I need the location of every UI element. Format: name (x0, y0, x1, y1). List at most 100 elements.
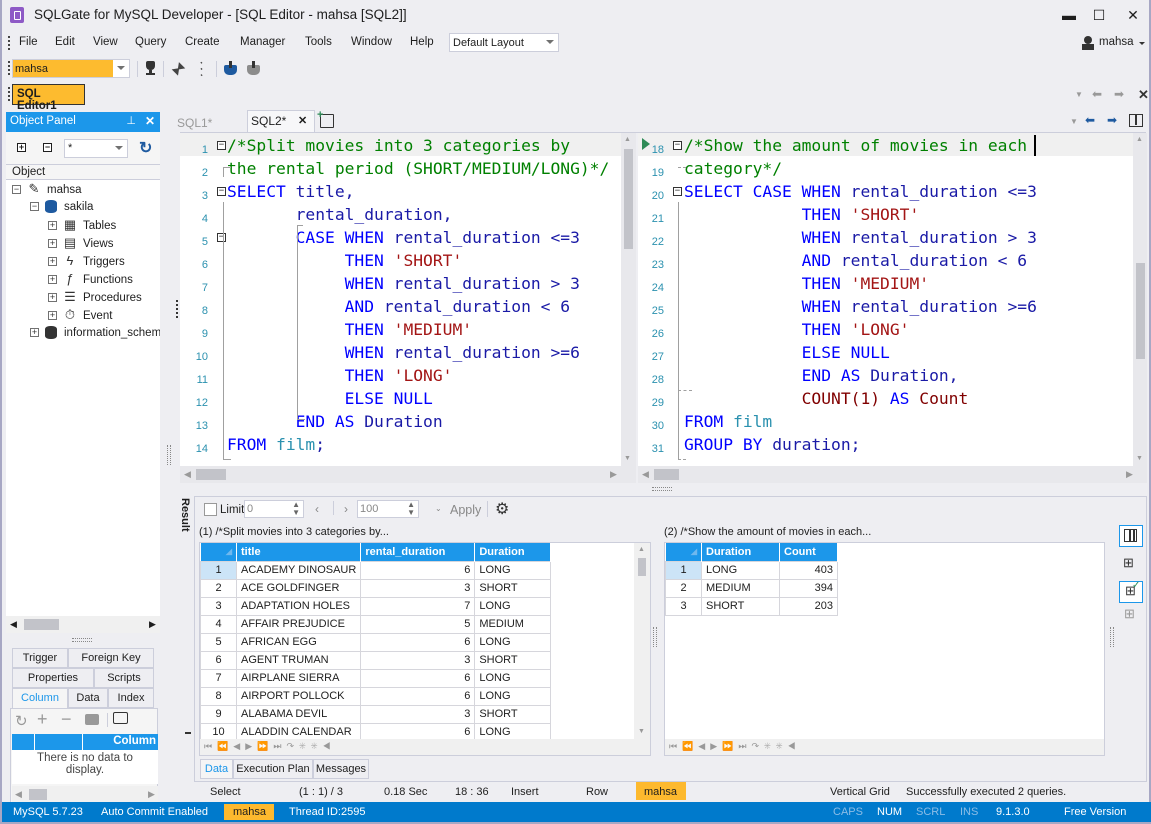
add-icon[interactable]: + (37, 709, 48, 730)
pin-icon[interactable]: ⊥ (126, 114, 136, 127)
chevron-down-icon[interactable]: ▼ (1075, 90, 1083, 99)
scroll-left-icon[interactable]: ◀ (10, 619, 17, 630)
grid-cell[interactable]: 394 (779, 578, 838, 598)
grid-splitter-grip[interactable] (653, 627, 657, 647)
status-view[interactable]: Vertical Grid (830, 786, 890, 798)
table-row[interactable]: 3 SHORT 203 (665, 596, 838, 616)
result-tab-execution-plan[interactable]: Execution Plan (233, 759, 313, 779)
editor-tab-sql2[interactable]: SQL2* ✕ (247, 110, 315, 133)
table-row[interactable]: 8 AIRPORT POLLOCK 6 LONG (200, 686, 552, 706)
apply-button[interactable]: Apply (450, 503, 481, 517)
editor-pane-left[interactable]: 1−/*Split movies into 3 categories by 2th… (180, 133, 621, 466)
editor-right-hscroll[interactable]: ◀ ▶ (638, 466, 1147, 483)
grid-cell[interactable]: LONG (474, 560, 552, 580)
minimize-button[interactable]: ▬ (1055, 4, 1083, 26)
comment-icon[interactable] (113, 712, 128, 724)
grid-cell[interactable]: 5 (360, 614, 476, 634)
grid-cell[interactable]: SHORT (474, 578, 552, 598)
table-row[interactable]: 5 AFRICAN EGG 6 LONG (200, 632, 552, 652)
autocommit-status[interactable]: Auto Commit Enabled (101, 806, 208, 818)
fold-toggle-icon[interactable]: − (217, 233, 226, 242)
table-row[interactable]: 2 ACE GOLDFINGER 3 SHORT (200, 578, 552, 598)
grid-cell[interactable]: LONG (701, 560, 780, 580)
remove-icon[interactable]: − (61, 709, 72, 730)
grid-column-header[interactable]: Duration (701, 543, 780, 561)
object-filter-select[interactable]: * (64, 139, 128, 158)
menu-file[interactable]: File (19, 36, 38, 48)
collapse-all-icon[interactable]: − (43, 143, 52, 152)
grid-cell[interactable]: LONG (474, 668, 552, 688)
grid-cell[interactable]: 6 (360, 632, 476, 652)
expander-icon[interactable]: + (48, 221, 57, 231)
grid-column-header[interactable]: title (236, 543, 362, 561)
next-page-icon[interactable]: › (344, 502, 348, 516)
menu-grip[interactable] (8, 36, 12, 50)
menu-window[interactable]: Window (351, 36, 392, 48)
tree-item-event[interactable]: + ⏱ Event (48, 306, 112, 324)
expander-icon[interactable]: + (48, 293, 57, 303)
menu-edit[interactable]: Edit (55, 36, 75, 48)
grid-cell[interactable]: 3 (360, 650, 476, 670)
fold-toggle-icon[interactable]: − (673, 187, 682, 196)
expander-icon[interactable]: + (48, 257, 57, 267)
arrow-right-icon[interactable]: ➡ (1107, 113, 1117, 127)
new-tab-icon[interactable]: + (317, 109, 334, 128)
vertical-grid-icon[interactable]: ⊞ ✓ (1119, 580, 1143, 603)
close-panel-icon[interactable]: ✕ (145, 114, 155, 128)
detail-tab-column[interactable]: Column (12, 688, 68, 708)
maximize-button[interactable]: ☐ (1085, 4, 1113, 26)
close-button[interactable]: ✕ (1119, 4, 1147, 26)
grid-cell[interactable]: LONG (474, 596, 552, 616)
chevron-down-icon[interactable]: ▼ (1070, 117, 1078, 126)
grid-cell[interactable]: ADAPTATION HOLES (235, 596, 362, 616)
table-row[interactable]: 1 ACADEMY DINOSAUR 6 LONG (200, 560, 552, 580)
database-disconnect-icon[interactable] (144, 60, 156, 76)
menu-help[interactable]: Help (410, 36, 434, 48)
table-row[interactable]: 3 ADAPTATION HOLES 7 LONG (200, 596, 552, 616)
scroll-thumb[interactable] (24, 619, 59, 630)
grid-cell[interactable]: 3 (360, 578, 476, 598)
grid-cell[interactable]: ACE GOLDFINGER (235, 578, 362, 598)
detail-tab-index[interactable]: Index (108, 688, 154, 708)
user-menu[interactable]: mahsa (1082, 35, 1151, 51)
menu-create[interactable]: Create (185, 36, 220, 48)
refresh-icon[interactable]: ↻ (139, 138, 152, 158)
close-doc-icon[interactable]: ✕ (1138, 87, 1149, 103)
import-icon[interactable] (224, 61, 237, 75)
grid-cell[interactable]: AIRPORT POLLOCK (235, 686, 362, 706)
editor-splitter-grip[interactable] (176, 300, 179, 318)
detail-tab-properties[interactable]: Properties (12, 668, 94, 688)
fold-toggle-icon[interactable]: − (673, 141, 682, 150)
expander-icon[interactable]: + (48, 239, 57, 249)
grid-column-header[interactable]: Count (779, 543, 838, 561)
vertical-splitter-grip[interactable] (167, 445, 171, 465)
expander-icon[interactable]: + (30, 328, 39, 338)
tree-item-tables[interactable]: + ▦ Tables (48, 216, 116, 234)
arrow-right-icon[interactable]: ➡ (1114, 87, 1124, 101)
fold-toggle-icon[interactable]: − (217, 141, 226, 150)
table-row[interactable]: 1 LONG 403 (665, 560, 838, 580)
close-tab-icon[interactable]: ✕ (298, 114, 307, 127)
arrow-left-icon[interactable]: ⬅ (1092, 87, 1102, 101)
result-tab-data[interactable]: Data (200, 759, 233, 779)
sort-grid-icon[interactable]: ⊞ (1123, 555, 1134, 571)
result1-navigator[interactable]: ⏮⏪◀▶⏩⏭↷✳✳◀ (200, 739, 650, 755)
expander-icon[interactable]: − (30, 202, 39, 212)
limit-count-input[interactable]: 100 ▲ ▼ (357, 500, 419, 518)
editor-left-vscroll[interactable]: ▲ ▼ (621, 133, 636, 466)
arrow-left-icon[interactable]: ⬅ (1085, 113, 1095, 127)
table-row[interactable]: 6 AGENT TRUMAN 3 SHORT (200, 650, 552, 670)
grid-cell[interactable]: 6 (360, 560, 476, 580)
grid-cell[interactable]: ACADEMY DINOSAUR (235, 560, 362, 580)
splitter-grip[interactable] (72, 638, 92, 642)
result-tab-messages[interactable]: Messages (313, 759, 369, 779)
table-row[interactable]: 7 AIRPLANE SIERRA 6 LONG (200, 668, 552, 688)
grid-cell[interactable]: 6 (360, 668, 476, 688)
object-tree-hscroll[interactable]: ◀ ▶ (6, 616, 160, 633)
tree-item-mahsa[interactable]: − ✎ mahsa (12, 180, 82, 198)
connection-select[interactable]: mahsa (12, 59, 130, 78)
tree-item-views[interactable]: + ▤ Views (48, 234, 113, 252)
tree-item-sakila[interactable]: − sakila (30, 198, 93, 216)
result1-vscroll[interactable]: ▲ ▼ (634, 543, 650, 739)
expander-icon[interactable]: + (48, 311, 57, 321)
